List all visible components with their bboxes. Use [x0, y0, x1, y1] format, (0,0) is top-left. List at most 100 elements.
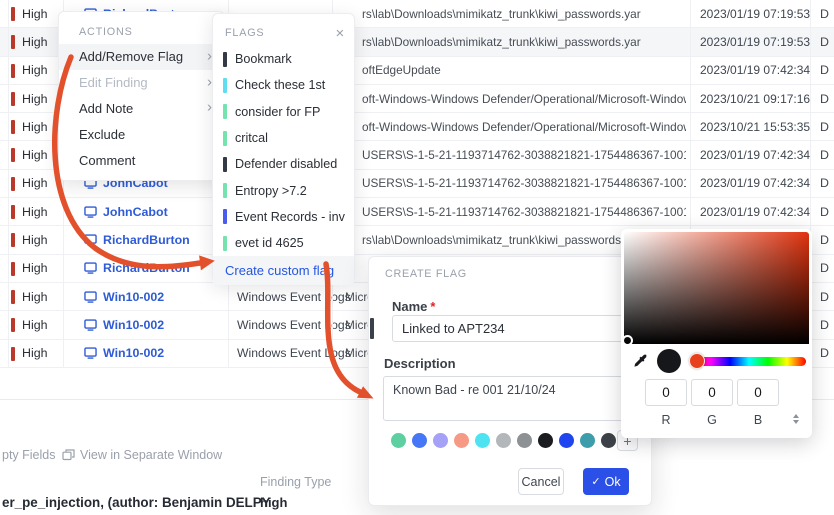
blue-value-input[interactable] [737, 379, 779, 406]
severity-bar [11, 7, 15, 21]
flag-description-input[interactable] [383, 376, 639, 421]
artifact-cell: Windows Event Logs [237, 283, 351, 310]
color-swatch[interactable] [601, 433, 616, 448]
host-link[interactable]: Win10-002 [84, 283, 164, 310]
color-swatch[interactable] [517, 433, 532, 448]
severity-label: High [22, 85, 47, 112]
flag-name-input[interactable] [392, 315, 640, 342]
timestamp-cell: 2023/01/19 07:42:34 [700, 141, 808, 168]
truncated-cell: D [820, 113, 829, 140]
flags-submenu: FLAGS × BookmarkCheck these 1stconsider … [212, 13, 355, 283]
color-swatch[interactable] [538, 433, 553, 448]
menu-item-exclude[interactable]: Exclude [59, 121, 224, 147]
color-swatch[interactable] [580, 433, 595, 448]
dialog-title: CREATE FLAG [385, 268, 467, 280]
color-mode-toggle-icon[interactable] [793, 414, 799, 424]
severity-label: High [22, 57, 47, 84]
flag-item-bookmark[interactable]: Bookmark [213, 46, 354, 72]
table-row[interactable]: High JohnCabot USERS\S-1-5-21-1193714762-3… [0, 198, 834, 226]
flag-color-bar [223, 104, 227, 119]
severity-bar [11, 64, 15, 78]
flag-item-consider-for-fp[interactable]: consider for FP [213, 99, 354, 125]
artifact-cell: Windows Event Logs [237, 311, 351, 338]
hue-slider-knob[interactable] [689, 353, 705, 369]
severity-label: High [22, 198, 47, 225]
view-separate-label: View in Separate Window [80, 448, 222, 462]
cancel-button[interactable]: Cancel [518, 468, 564, 495]
computer-icon [84, 291, 97, 303]
timestamp-cell: 2023/10/21 09:17:16 [700, 85, 808, 112]
path-cell: USERS\S-1-5-21-1193714762-3038821821-175… [362, 198, 686, 225]
truncated-cell: D [820, 141, 829, 168]
flag-item-event-records-inv[interactable]: Event Records - inv [213, 204, 354, 230]
path-cell: USERS\S-1-5-21-1193714762-3038821821-175… [362, 170, 686, 197]
create-flag-dialog: CREATE FLAG Name* Description + Cancel ✓… [368, 256, 652, 506]
empty-fields-label: pty Fields [2, 448, 56, 462]
timestamp-cell: 2023/01/19 07:42:34 [700, 57, 808, 84]
color-swatch[interactable] [412, 433, 427, 448]
computer-icon [84, 206, 97, 218]
host-link[interactable]: RichardBurton [84, 226, 190, 253]
timestamp-cell: 2023/01/19 07:42:34 [700, 170, 808, 197]
rule-detail-text: er_pe_injection, (author: Benjamin DELPY [2, 495, 271, 510]
host-link[interactable]: Win10-002 [84, 311, 164, 338]
close-icon[interactable]: × [335, 26, 345, 41]
timestamp-cell: 2023/01/19 07:42:34 [700, 198, 808, 225]
view-in-separate-window-button[interactable]: View in Separate Window [62, 448, 222, 462]
color-swatch[interactable] [454, 433, 469, 448]
severity-bar [11, 318, 15, 332]
flag-color-bar [223, 209, 227, 224]
menu-item-edit-finding[interactable]: Edit Finding› [59, 70, 224, 96]
truncated-cell: D [820, 170, 829, 197]
saturation-cursor[interactable] [622, 335, 633, 346]
flag-item-entropy-7-2[interactable]: Entropy >7.2 [213, 177, 354, 203]
severity-label: High [22, 0, 47, 27]
truncated-cell: D [820, 255, 829, 282]
separate-window-icon [62, 449, 75, 461]
column-divider [8, 0, 9, 368]
severity-label: High [22, 141, 47, 168]
red-value-input[interactable] [645, 379, 687, 406]
flag-color-bar [370, 318, 374, 339]
check-icon: ✓ [591, 475, 600, 488]
description-label: Description [384, 356, 456, 371]
flag-item-evet-id-4625[interactable]: evet id 4625 [213, 230, 354, 256]
red-label: R [645, 413, 687, 427]
color-swatch[interactable] [496, 433, 511, 448]
color-swatch[interactable] [433, 433, 448, 448]
truncated-cell: D [820, 0, 829, 27]
truncated-cell: D [820, 85, 829, 112]
color-swatch[interactable] [475, 433, 490, 448]
flag-item-check-these-1st[interactable]: Check these 1st [213, 72, 354, 98]
severity-label: High [22, 28, 47, 55]
hue-slider[interactable] [692, 357, 806, 366]
empty-fields-toggle[interactable]: pty Fields [2, 448, 56, 462]
finding-type-label: Finding Type [260, 475, 331, 489]
color-picker-popover: R G B [621, 229, 812, 438]
path-cell: oft-Windows-Windows Defender/Operational… [362, 113, 686, 140]
flag-item-critcal[interactable]: critcal [213, 125, 354, 151]
timestamp-cell: 2023/01/19 07:19:53 [700, 28, 808, 55]
computer-icon [84, 262, 97, 274]
saturation-gradient-area[interactable] [624, 232, 809, 344]
flag-item-defender-disabled[interactable]: Defender disabled [213, 151, 354, 177]
actions-context-menu: ACTIONS Add/Remove Flag›Edit Finding›Add… [58, 11, 225, 181]
menu-item-add-remove-flag[interactable]: Add/Remove Flag› [59, 44, 224, 70]
host-link[interactable]: RichardBurton [84, 255, 190, 282]
menu-item-comment[interactable]: Comment [59, 147, 224, 173]
severity-label: High [22, 283, 47, 310]
color-swatch[interactable] [559, 433, 574, 448]
menu-item-add-note[interactable]: Add Note› [59, 96, 224, 122]
path-cell: oftEdgeUpdate [362, 57, 686, 84]
flag-color-bar [223, 183, 227, 198]
app-canvas: HighRichardBurtonrs\lab\Downloads\mimika… [0, 0, 834, 515]
color-swatch[interactable] [391, 433, 406, 448]
green-value-input[interactable] [691, 379, 733, 406]
ok-button[interactable]: ✓ Ok [583, 468, 629, 495]
host-link[interactable]: Win10-002 [84, 340, 164, 367]
host-link[interactable]: JohnCabot [84, 198, 168, 225]
create-custom-flag-item[interactable]: Create custom flag [213, 256, 354, 285]
eyedropper-icon[interactable] [633, 354, 648, 369]
flags-menu-header: FLAGS [225, 27, 264, 39]
path-cell: USERS\S-1-5-21-1193714762-3038821821-175… [362, 141, 686, 168]
